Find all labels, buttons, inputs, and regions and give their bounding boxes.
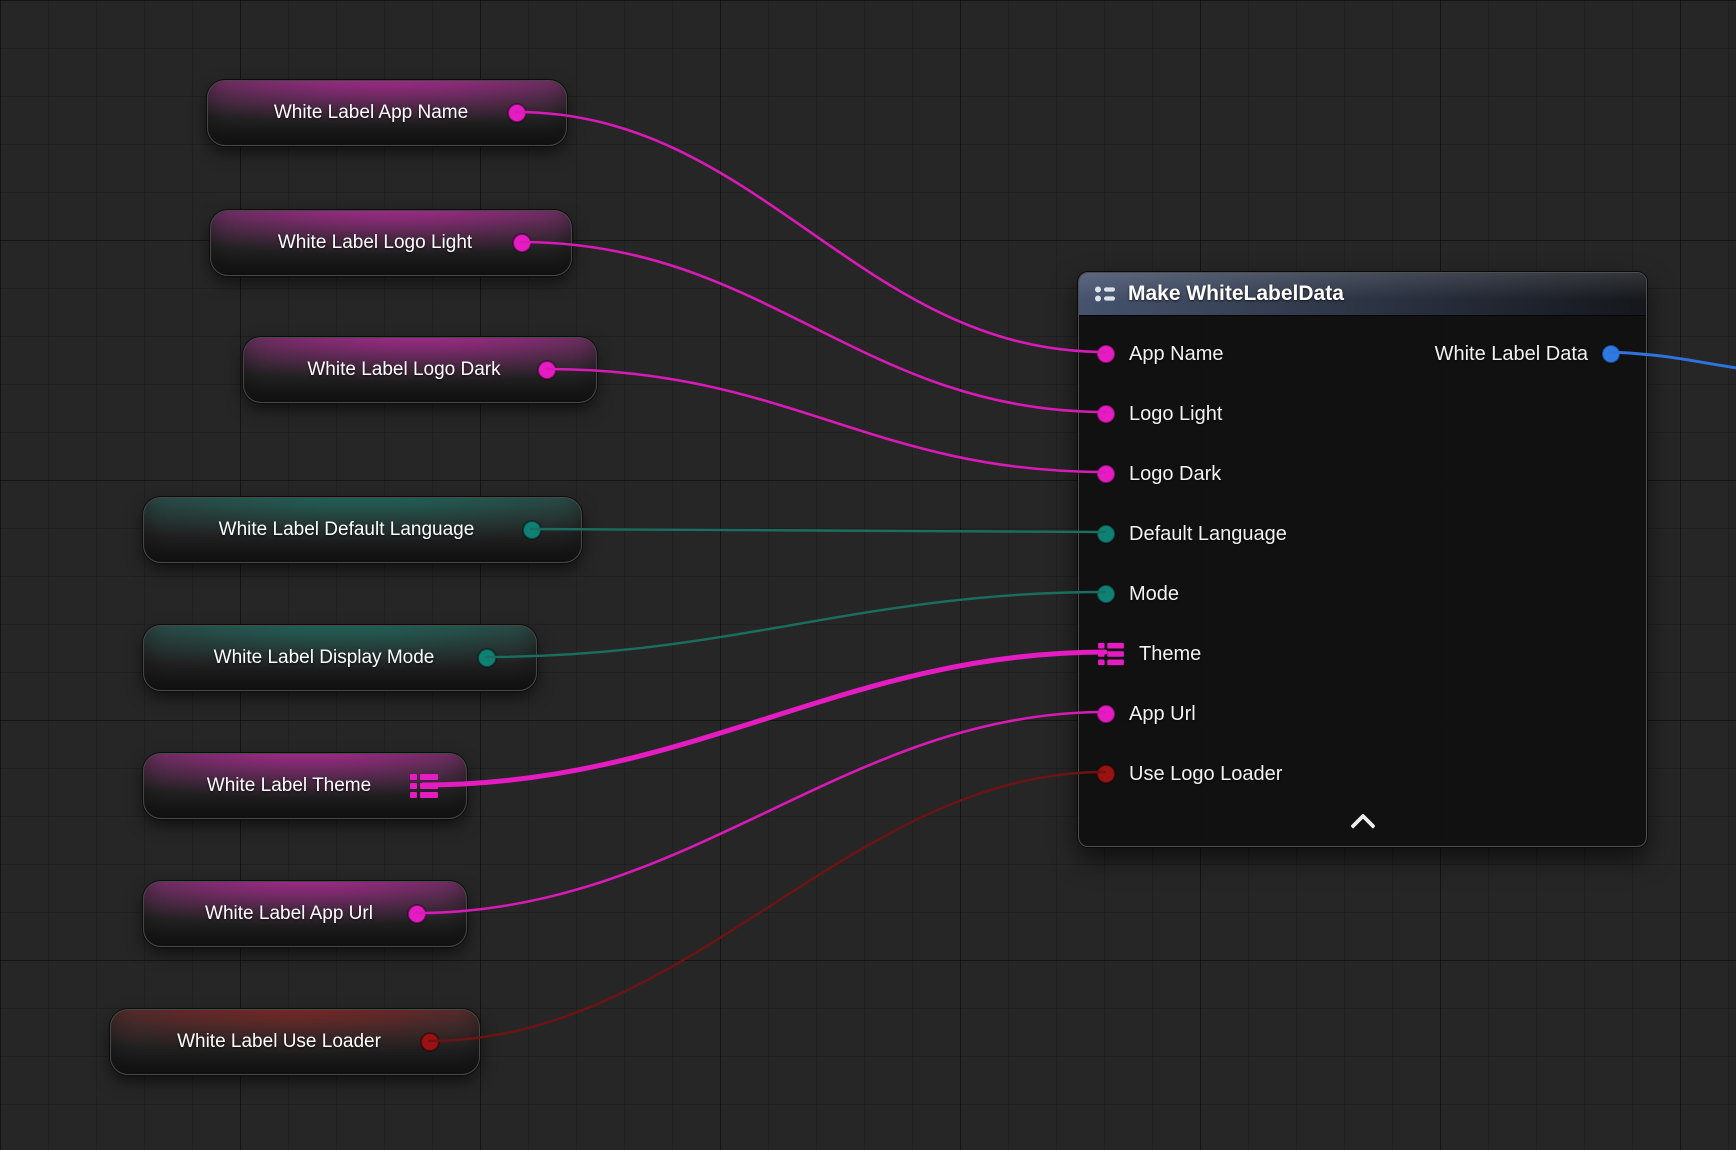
variable-node-label: White Label Display Mode (160, 647, 488, 669)
wire-logo-light[interactable] (521, 242, 1105, 412)
variable-node-logo-light[interactable]: White Label Logo Light (210, 210, 572, 276)
pin-label: App Name (1129, 343, 1224, 366)
pin-label: Mode (1129, 583, 1179, 606)
node-body: App Name White Label Data Logo Light Log… (1079, 316, 1646, 804)
bool-output-pin[interactable] (421, 1033, 439, 1051)
wire-use-logo-loader[interactable] (429, 772, 1105, 1041)
variable-node-label: White Label Logo Light (227, 232, 523, 254)
struct-grid-icon[interactable] (409, 773, 439, 799)
variable-node-label: White Label Use Loader (127, 1031, 431, 1053)
input-pin-use-logo-loader[interactable] (1097, 765, 1115, 783)
pin-row: Logo Dark (1079, 444, 1646, 504)
make-struct-icon (1092, 283, 1118, 305)
input-pin-logo-dark[interactable] (1097, 465, 1115, 483)
wire-mode[interactable] (486, 592, 1105, 657)
variable-node-theme[interactable]: White Label Theme (143, 753, 467, 819)
wire-default-language[interactable] (531, 529, 1105, 532)
wire-app-name[interactable] (516, 112, 1105, 352)
pin-row: Mode (1079, 564, 1646, 624)
pin-row: Use Logo Loader (1079, 744, 1646, 804)
struct-output-pin[interactable] (1602, 345, 1620, 363)
variable-node-default-language[interactable]: White Label Default Language (143, 497, 582, 563)
variable-node-label: White Label Theme (160, 775, 418, 797)
blueprint-graph-canvas[interactable]: White Label App Name White Label Logo Li… (0, 0, 1736, 1150)
pin-label: Use Logo Loader (1129, 763, 1282, 786)
variable-node-label: White Label App Name (224, 102, 518, 124)
variable-node-use-loader[interactable]: White Label Use Loader (110, 1009, 480, 1075)
input-pin-app-url[interactable] (1097, 705, 1115, 723)
output-pin-label: White Label Data (1435, 343, 1588, 366)
pin-row: App Name White Label Data (1079, 324, 1646, 384)
make-whitelabeldata-node[interactable]: Make WhiteLabelData App Name White Label… (1078, 272, 1647, 847)
string-output-pin[interactable] (508, 104, 526, 122)
pin-row: Logo Light (1079, 384, 1646, 444)
string-output-pin[interactable] (408, 905, 426, 923)
pin-label: Theme (1139, 643, 1201, 666)
variable-node-app-name[interactable]: White Label App Name (207, 80, 567, 146)
pin-row: Theme (1079, 624, 1646, 684)
pin-label: App Url (1129, 703, 1196, 726)
collapse-pins-button[interactable] (1079, 806, 1646, 838)
wire-app-url[interactable] (416, 712, 1105, 913)
input-pin-mode[interactable] (1097, 585, 1115, 603)
variable-node-display-mode[interactable]: White Label Display Mode (143, 625, 537, 691)
string-output-pin[interactable] (513, 234, 531, 252)
enum-output-pin[interactable] (478, 649, 496, 667)
input-pin-default-language[interactable] (1097, 525, 1115, 543)
node-header[interactable]: Make WhiteLabelData (1079, 273, 1646, 316)
variable-node-label: White Label Logo Dark (260, 359, 548, 381)
wire-logo-dark[interactable] (546, 369, 1105, 472)
string-output-pin[interactable] (538, 361, 556, 379)
variable-node-label: White Label App Url (160, 903, 418, 925)
input-pin-app-name[interactable] (1097, 345, 1115, 363)
variable-node-logo-dark[interactable]: White Label Logo Dark (243, 337, 597, 403)
node-title: Make WhiteLabelData (1128, 282, 1344, 306)
pin-label: Default Language (1129, 523, 1287, 546)
chevron-up-icon (1350, 813, 1375, 838)
variable-node-label: White Label Default Language (160, 519, 533, 541)
variable-node-app-url[interactable]: White Label App Url (143, 881, 467, 947)
input-pin-logo-light[interactable] (1097, 405, 1115, 423)
pin-row: Default Language (1079, 504, 1646, 564)
struct-grid-icon[interactable] (1097, 642, 1125, 666)
pin-label: Logo Light (1129, 403, 1222, 426)
pin-label: Logo Dark (1129, 463, 1221, 486)
pin-row: App Url (1079, 684, 1646, 744)
enum-output-pin[interactable] (523, 521, 541, 539)
